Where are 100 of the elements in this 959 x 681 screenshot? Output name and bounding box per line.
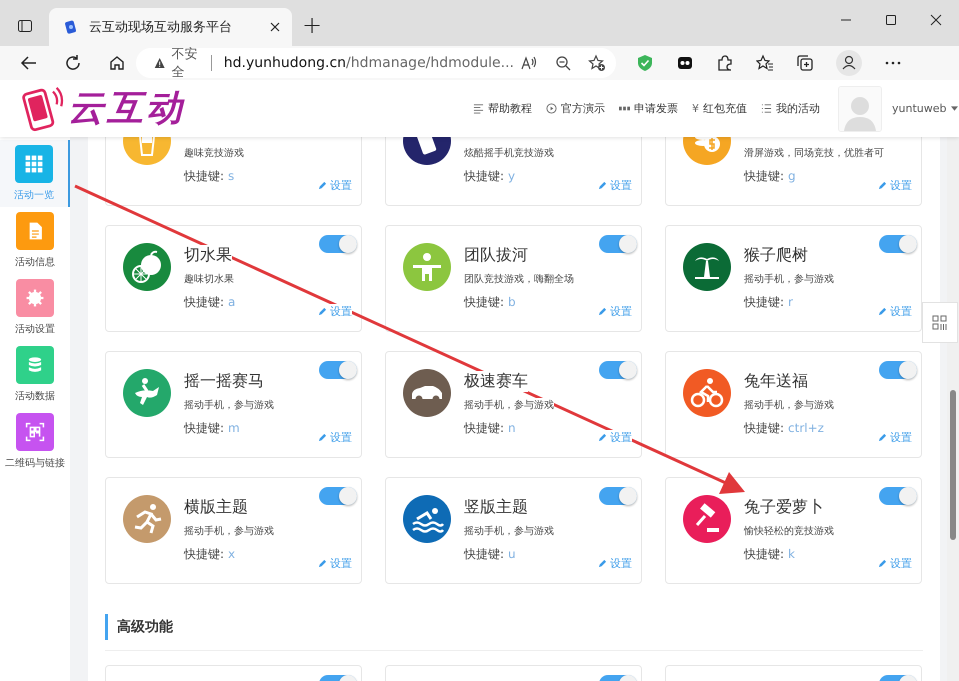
sidebar-item[interactable]: 二维码与链接 — [0, 408, 70, 475]
home-icon[interactable] — [108, 54, 126, 72]
profile-icon[interactable] — [836, 50, 862, 76]
close-icon[interactable] — [270, 22, 280, 32]
toggle-switch[interactable] — [879, 235, 917, 253]
add-favorite-icon[interactable] — [588, 54, 606, 72]
shortcut-key: b — [508, 295, 516, 309]
shortcut-key: n — [508, 421, 516, 435]
shortcut-label: 快捷键: — [184, 169, 224, 183]
shortcut-key: y — [508, 169, 516, 183]
new-tab-button[interactable]: + — [302, 10, 322, 40]
nav-link[interactable]: 帮助教程 — [473, 101, 532, 116]
puzzle-icon[interactable] — [716, 54, 734, 72]
refresh-icon[interactable] — [64, 54, 82, 72]
tab-title: 云互动现场互动服务平台 — [89, 19, 233, 36]
shortcut-label: 快捷键: — [464, 295, 504, 309]
scrollbar-thumb[interactable] — [950, 390, 956, 540]
shortcut-key: s — [228, 169, 234, 183]
game-description: 摇动手机，参与游戏 — [744, 272, 834, 286]
toggle-switch[interactable] — [319, 235, 357, 253]
toggle-switch[interactable] — [599, 361, 637, 379]
sidebar-item[interactable]: 活动信息 — [0, 207, 70, 274]
tab-actions-icon[interactable] — [17, 18, 33, 34]
section-heading: 高级功能 — [105, 614, 923, 640]
shortcut-label: 快捷键: — [464, 169, 504, 183]
game-description: 摇动手机，参与游戏 — [464, 398, 554, 412]
float-button[interactable] — [922, 302, 958, 343]
toggle-switch[interactable] — [599, 487, 637, 505]
pencil-icon — [878, 307, 887, 316]
pencil-icon — [878, 181, 887, 190]
pencil-icon — [318, 307, 327, 316]
logo-text: 云互动 — [68, 87, 185, 131]
nav-link[interactable]: 我的活动 — [761, 101, 820, 116]
list-icon — [761, 103, 772, 114]
game-description: 摇动手机，参与游戏 — [184, 398, 274, 412]
pencil-icon — [318, 559, 327, 568]
shortcut-label: 快捷键: — [464, 547, 504, 561]
back-icon[interactable] — [20, 54, 38, 72]
shortcut-label: 快捷键: — [464, 421, 504, 435]
pencil-icon — [598, 307, 607, 316]
favorites-icon[interactable] — [756, 54, 774, 72]
username-menu[interactable]: yuntuweb — [892, 102, 946, 115]
close-icon[interactable] — [930, 14, 942, 26]
game-description: 滑屏游戏，同场竞技，优胜者可 — [744, 146, 884, 160]
shortcut-key: x — [228, 547, 236, 561]
list-icon — [473, 103, 484, 114]
collections-icon[interactable] — [796, 54, 814, 72]
game-description: 愉快轻松的竞技游戏 — [744, 524, 834, 538]
warning-icon — [154, 55, 166, 71]
shortcut-key: ctrl+z — [788, 421, 824, 435]
pencil-icon — [318, 181, 327, 190]
nav-link[interactable]: 官方演示 — [546, 101, 605, 116]
game-description: 趣味切水果 — [184, 272, 234, 286]
nav-link[interactable]: ¥ 红包充值 — [692, 101, 747, 116]
toggle-switch[interactable] — [879, 487, 917, 505]
pencil-icon — [318, 433, 327, 442]
toggle-switch[interactable] — [319, 487, 357, 505]
game-description: 炫酷摇手机竞技游戏 — [464, 146, 554, 160]
shortcut-key: r — [788, 295, 793, 309]
game-description: 趣味竞技游戏 — [184, 146, 244, 160]
shortcut-label: 快捷键: — [744, 547, 784, 561]
game-description: 摇动手机，参与游戏 — [184, 524, 274, 538]
read-aloud-icon[interactable] — [520, 54, 538, 72]
toggle-switch[interactable] — [879, 361, 917, 379]
url-text: hd.yunhudong.cn/hdmanage/hdmodule... — [224, 55, 514, 71]
extension-icon[interactable] — [676, 54, 694, 72]
shortcut-key: k — [788, 547, 795, 561]
toggle-switch[interactable] — [319, 361, 357, 379]
caret-icon[interactable] — [951, 106, 958, 111]
address-bar[interactable]: 不安全 hd.yunhudong.cn/hdmanage/hdmodule... — [136, 48, 616, 78]
shield-icon[interactable] — [636, 54, 654, 72]
shortcut-label: 快捷键: — [184, 421, 224, 435]
nav-link[interactable]: 申请发票 — [619, 101, 678, 116]
game-description: 摇动手机，参与游戏 — [744, 398, 834, 412]
toggle-switch[interactable] — [599, 235, 637, 253]
site-icon — [63, 19, 79, 35]
shortcut-key: m — [228, 421, 240, 435]
browser-tab[interactable]: 云互动现场互动服务平台 — [49, 8, 292, 46]
shortcut-label: 快捷键: — [744, 421, 784, 435]
shortcut-key: u — [508, 547, 516, 561]
shortcut-key: g — [788, 169, 796, 183]
shortcut-label: 快捷键: — [184, 547, 224, 561]
pencil-icon — [598, 433, 607, 442]
play-icon — [546, 103, 557, 114]
zoom-out-icon[interactable] — [554, 54, 572, 72]
pencil-icon — [878, 559, 887, 568]
qr-code-icon — [932, 314, 948, 330]
security-label: 不安全 — [171, 46, 198, 81]
game-title: 极速赛车 — [464, 371, 528, 392]
pencil-icon — [878, 433, 887, 442]
shortcut-label: 快捷键: — [744, 169, 784, 183]
pencil-icon — [598, 181, 607, 190]
game-description: 摇动手机，参与游戏 — [464, 524, 554, 538]
shortcut-label: 快捷键: — [744, 295, 784, 309]
shortcut-key: a — [228, 295, 236, 309]
sidebar-item[interactable]: 活动设置 — [0, 274, 70, 341]
game-description: 团队竞技游戏，嗨翻全场 — [464, 272, 574, 286]
maximize-icon[interactable] — [885, 14, 897, 26]
shortcut-label: 快捷键: — [184, 295, 224, 309]
sidebar-item[interactable]: 活动数据 — [0, 341, 70, 408]
